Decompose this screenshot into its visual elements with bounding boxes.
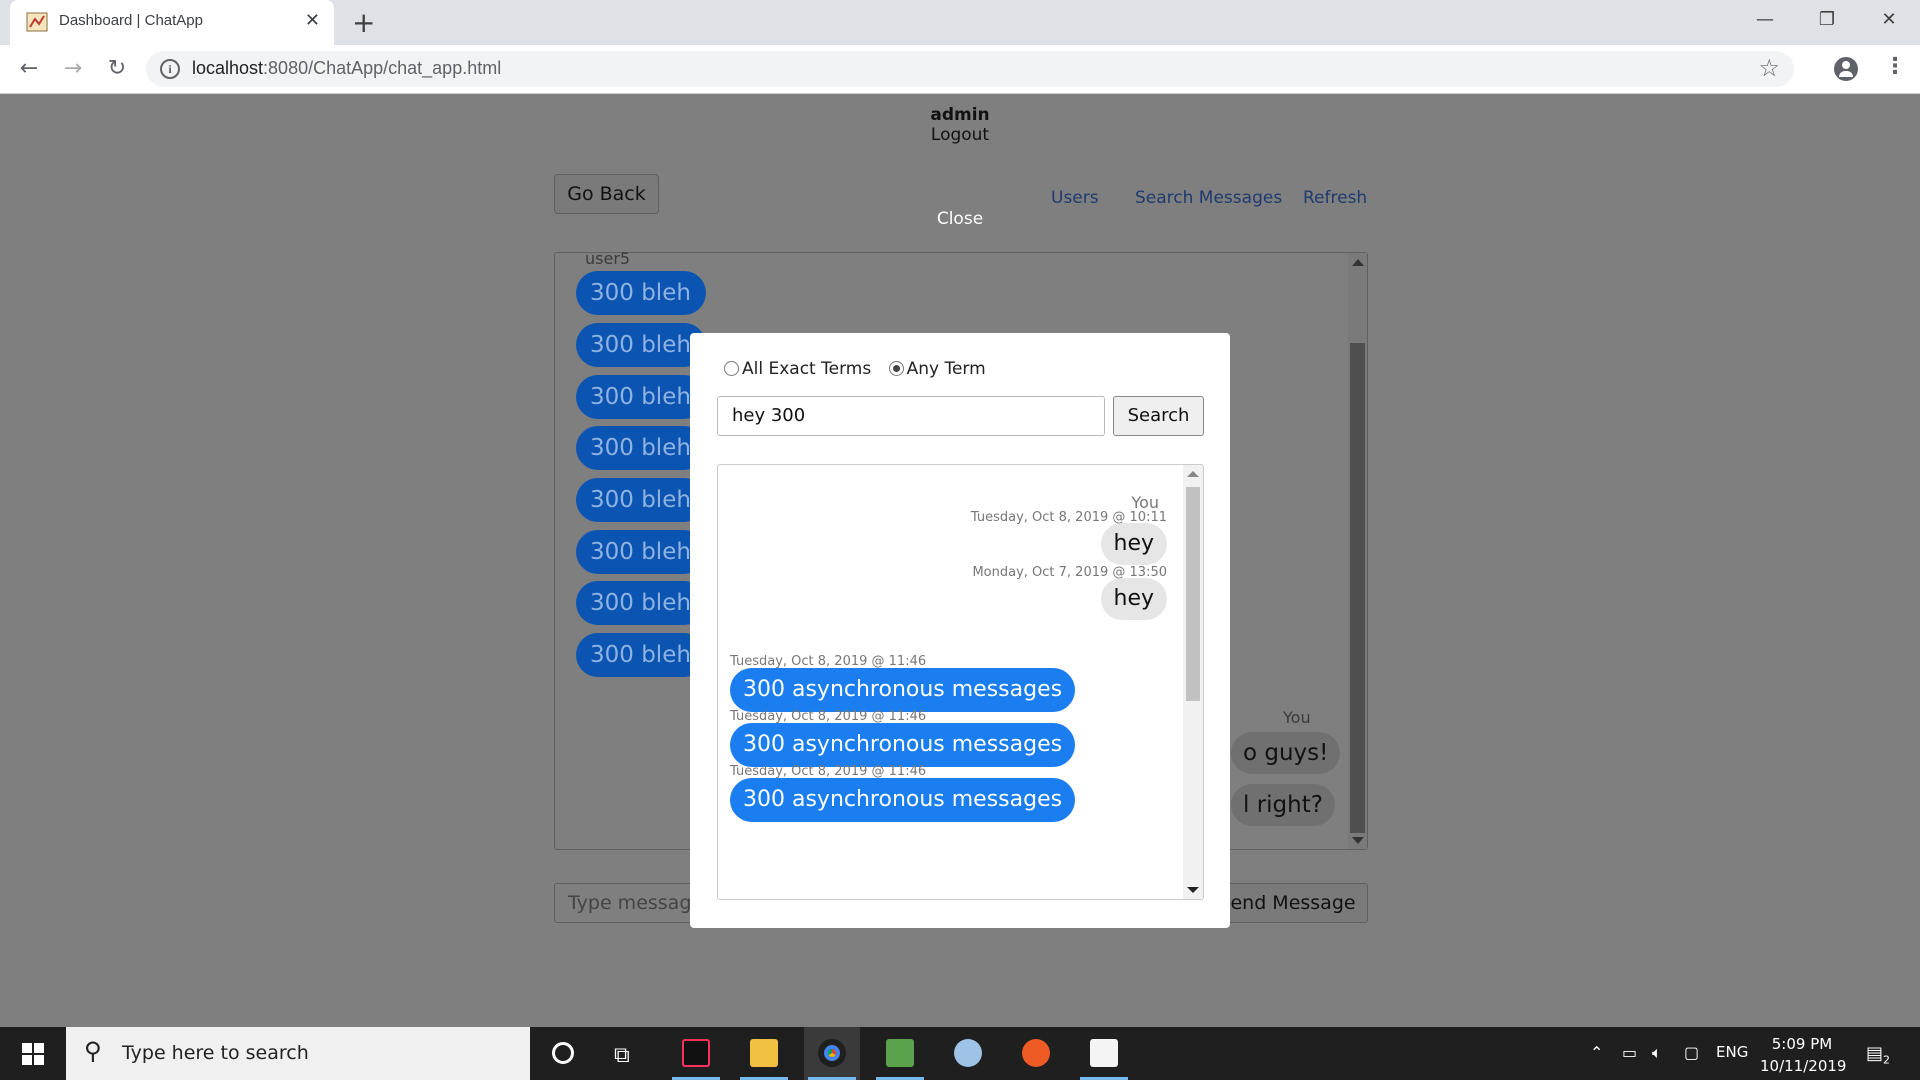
chat-scrollbar-thumb[interactable] — [1350, 343, 1365, 833]
windows-start-icon[interactable] — [22, 1043, 44, 1065]
close-modal-link[interactable]: Close — [0, 209, 1920, 229]
image-viewer-app-icon[interactable] — [872, 1027, 928, 1080]
chat-own-message-bubble: o guys! — [1231, 732, 1341, 774]
scroll-up-arrow-icon[interactable] — [1187, 471, 1199, 477]
volume-icon[interactable]: 🔈︎ — [1652, 1043, 1662, 1063]
send-message-button[interactable]: Send Message — [1206, 883, 1368, 923]
result-message-bubble: 300 asynchronous messages — [730, 723, 1076, 767]
result-timestamp: Tuesday, Oct 8, 2019 @ 11:46 — [730, 654, 927, 669]
chat-message-bubble: 300 bleh — [576, 375, 706, 419]
taskbar-clock[interactable]: 5:09 PM 10/11/2019 — [1760, 1033, 1847, 1077]
result-message-bubble: 300 asynchronous messages — [730, 668, 1076, 712]
show-hidden-icons-icon[interactable]: ⌃ — [1590, 1043, 1603, 1062]
message-input-placeholder: Type message — [568, 892, 704, 914]
profile-icon[interactable] — [1834, 57, 1858, 81]
search-query-input[interactable]: hey 300 — [717, 396, 1105, 436]
result-message-bubble: 300 asynchronous messages — [730, 778, 1076, 822]
site-info-icon[interactable]: i — [160, 59, 180, 79]
battery-icon[interactable]: ▭ — [1622, 1043, 1637, 1062]
chat-message-bubble: 300 bleh — [576, 581, 706, 625]
restore-icon[interactable]: ❐ — [1796, 0, 1858, 45]
results-scrollbar[interactable] — [1183, 465, 1203, 899]
browser-toolbar: ← → ↻ i localhost:8080/ChatApp/chat_app.… — [0, 45, 1920, 94]
minimize-icon[interactable]: — — [1734, 0, 1796, 45]
file-explorer-app-icon[interactable] — [736, 1027, 792, 1080]
window-close-icon[interactable]: ✕ — [1858, 0, 1920, 45]
notification-center-icon[interactable]: ▤2 — [1866, 1043, 1890, 1067]
nav-search-messages-link[interactable]: Search Messages — [1135, 188, 1282, 208]
chat-sender-name: user5 — [585, 249, 631, 268]
notification-count: 2 — [1883, 1053, 1891, 1067]
language-indicator[interactable]: ENG — [1716, 1043, 1748, 1061]
chat-own-message-bubble: l right? — [1231, 784, 1335, 826]
address-bar[interactable]: i localhost:8080/ChatApp/chat_app.html ☆ — [146, 51, 1794, 87]
search-button[interactable]: Search — [1113, 396, 1204, 436]
browser-tab-bar: Dashboard | ChatApp ✕ + — ❐ ✕ — [0, 0, 1920, 45]
radio-label: Any Term — [906, 359, 986, 379]
results-scrollbar-thumb[interactable] — [1186, 487, 1200, 701]
task-view-icon[interactable]: ⧉ — [614, 1043, 630, 1068]
windows-taskbar: ⚲ Type here to search ⧉ ⌃ ▭ 🔈︎ ▢ ENG 5:0… — [0, 1027, 1920, 1080]
current-username: admin — [930, 105, 990, 125]
chat-message-bubble: 300 bleh — [576, 271, 706, 315]
scroll-down-arrow-icon[interactable] — [1187, 887, 1199, 893]
nav-users-link[interactable]: Users — [1051, 188, 1099, 208]
intellij-app-icon[interactable] — [668, 1027, 724, 1080]
network-icon[interactable]: ▢ — [1684, 1043, 1699, 1062]
go-back-button[interactable]: Go Back — [554, 174, 659, 214]
clock-time: 5:09 PM — [1771, 1035, 1833, 1053]
reload-icon[interactable]: ↻ — [102, 54, 132, 84]
chat-you-label: You — [1283, 708, 1311, 727]
radio-any-term[interactable] — [888, 361, 904, 376]
nav-refresh-link[interactable]: Refresh — [1303, 188, 1367, 208]
taskbar-search-placeholder: Type here to search — [122, 1042, 309, 1064]
taskbar-search-box[interactable]: ⚲ Type here to search — [66, 1027, 530, 1080]
result-timestamp: Tuesday, Oct 8, 2019 @ 11:46 — [730, 764, 927, 779]
search-messages-modal: All Exact Terms Any Term hey 300 Search … — [690, 333, 1230, 928]
new-tab-icon[interactable]: + — [352, 6, 375, 39]
postman-app-icon[interactable] — [1008, 1027, 1064, 1080]
search-icon: ⚲ — [84, 1037, 102, 1065]
chat-message-bubble: 300 bleh — [576, 633, 706, 677]
result-own-message-bubble: hey — [1100, 578, 1167, 620]
scroll-up-arrow-icon[interactable] — [1352, 259, 1364, 266]
logout-link[interactable]: Logout — [0, 125, 1920, 145]
search-results-list: You Tuesday, Oct 8, 2019 @ 10:11 hey Mon… — [717, 464, 1204, 900]
java-app-icon[interactable] — [1076, 1027, 1132, 1080]
tab-title: Dashboard | ChatApp — [59, 12, 203, 29]
result-timestamp: Tuesday, Oct 8, 2019 @ 11:46 — [730, 709, 927, 724]
paint-app-icon[interactable] — [940, 1027, 996, 1080]
bookmark-star-icon[interactable]: ☆ — [1758, 54, 1780, 82]
radio-all-exact-terms[interactable] — [724, 361, 739, 376]
back-icon[interactable]: ← — [14, 54, 44, 84]
chat-message-bubble: 300 bleh — [576, 530, 706, 574]
chat-message-bubble: 300 bleh — [576, 323, 706, 367]
browser-tab[interactable]: Dashboard | ChatApp ✕ — [10, 0, 334, 45]
result-own-message-bubble: hey — [1100, 523, 1167, 565]
radio-label: All Exact Terms — [742, 359, 872, 379]
chat-page: admin Logout Go Back Users Search Messag… — [0, 95, 1920, 1027]
clock-date: 10/11/2019 — [1760, 1057, 1847, 1075]
forward-icon[interactable]: → — [58, 54, 88, 84]
url-text[interactable]: localhost:8080/ChatApp/chat_app.html — [192, 58, 501, 79]
chatapp-favicon-icon — [26, 12, 48, 32]
search-mode-options: All Exact Terms Any Term — [724, 359, 998, 379]
tab-close-icon[interactable]: ✕ — [305, 10, 320, 31]
chat-message-bubble: 300 bleh — [576, 426, 706, 470]
chrome-app-icon[interactable] — [804, 1027, 860, 1080]
chat-message-bubble: 300 bleh — [576, 478, 706, 522]
scroll-down-arrow-icon[interactable] — [1352, 837, 1364, 844]
chat-scrollbar[interactable] — [1348, 253, 1367, 849]
cortana-icon[interactable] — [552, 1042, 574, 1064]
browser-menu-icon[interactable]: ⋮ — [1884, 54, 1906, 79]
